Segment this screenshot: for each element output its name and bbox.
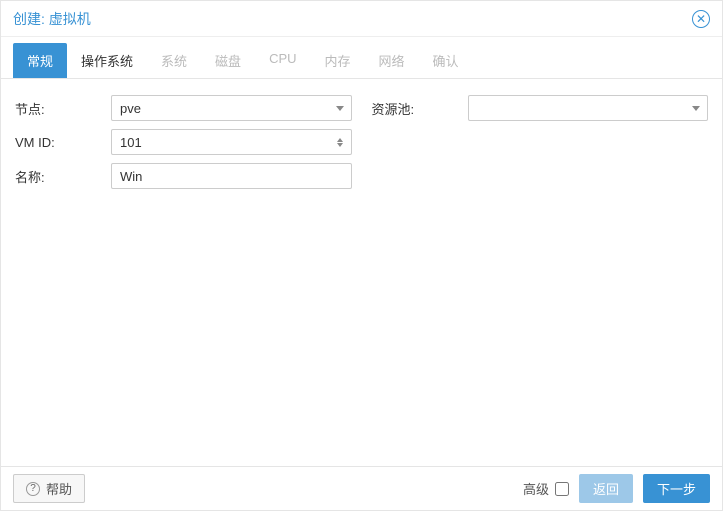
form-body: 节点: VM ID: 名称: <box>1 79 722 466</box>
tab-network: 网络 <box>365 43 419 78</box>
pool-label: 资源池: <box>372 99 468 118</box>
advanced-label: 高级 <box>523 479 549 498</box>
window-title: 创建: 虚拟机 <box>13 9 91 29</box>
vmid-input[interactable] <box>111 129 352 155</box>
tab-system: 系统 <box>147 43 201 78</box>
tab-cpu: CPU <box>255 43 310 78</box>
tab-confirm: 确认 <box>419 43 473 78</box>
row-name: 名称: <box>15 163 352 189</box>
node-select[interactable] <box>111 95 352 121</box>
right-column: 资源池: <box>372 95 709 450</box>
left-column: 节点: VM ID: 名称: <box>15 95 352 450</box>
row-node: 节点: <box>15 95 352 121</box>
back-button[interactable]: 返回 <box>579 474 633 503</box>
help-label: 帮助 <box>46 479 72 498</box>
node-label: 节点: <box>15 99 111 118</box>
help-icon: ? <box>26 482 40 496</box>
name-label: 名称: <box>15 167 111 186</box>
advanced-checkbox[interactable] <box>555 482 569 496</box>
tab-disk: 磁盘 <box>201 43 255 78</box>
chevron-down-icon[interactable] <box>328 95 352 121</box>
close-icon[interactable]: ✕ <box>692 10 710 28</box>
tab-os[interactable]: 操作系统 <box>67 43 147 78</box>
chevron-down-icon[interactable] <box>684 95 708 121</box>
advanced-toggle[interactable]: 高级 <box>523 479 569 498</box>
titlebar: 创建: 虚拟机 ✕ <box>1 1 722 37</box>
row-vmid: VM ID: <box>15 129 352 155</box>
vmid-label: VM ID: <box>15 135 111 150</box>
help-button[interactable]: ? 帮助 <box>13 474 85 503</box>
name-input[interactable] <box>111 163 352 189</box>
next-button[interactable]: 下一步 <box>643 474 710 503</box>
spinner-icon[interactable] <box>328 129 352 155</box>
row-pool: 资源池: <box>372 95 709 121</box>
wizard-tabs: 常规 操作系统 系统 磁盘 CPU 内存 网络 确认 <box>1 37 722 79</box>
footer: ? 帮助 高级 返回 下一步 <box>1 466 722 510</box>
pool-select[interactable] <box>468 95 709 121</box>
create-vm-dialog: 创建: 虚拟机 ✕ 常规 操作系统 系统 磁盘 CPU 内存 网络 确认 节点:… <box>0 0 723 511</box>
tab-general[interactable]: 常规 <box>13 43 67 78</box>
tab-memory: 内存 <box>311 43 365 78</box>
